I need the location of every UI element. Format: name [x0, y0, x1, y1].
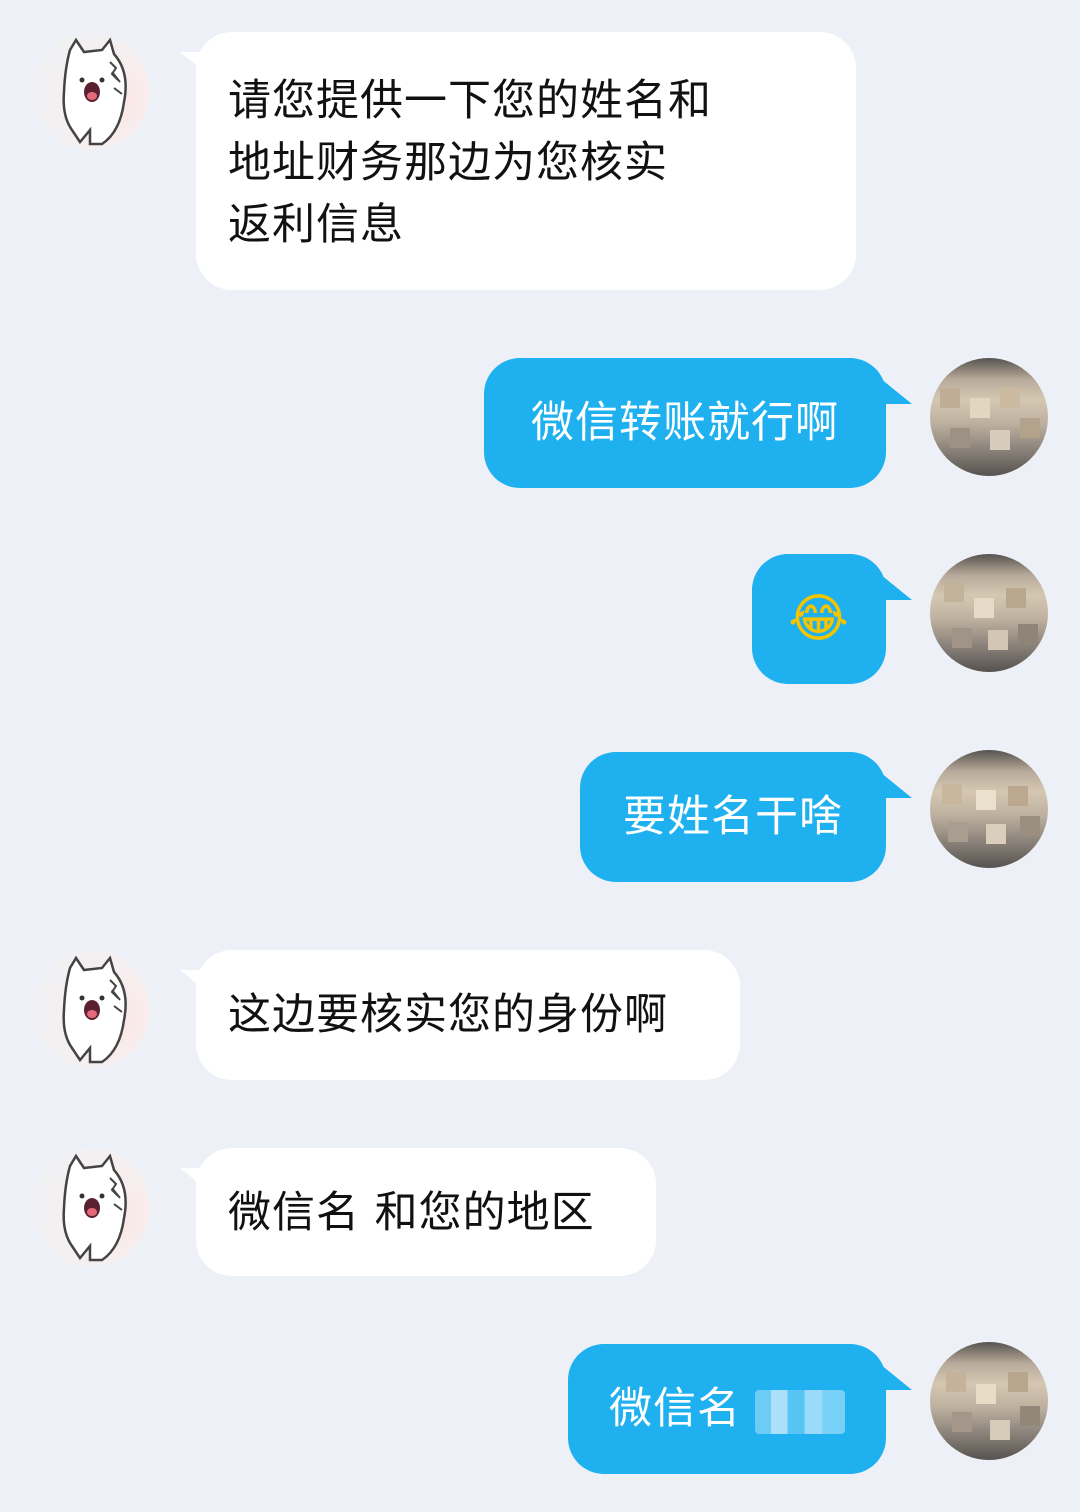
message-text: 这边要核实您的身份啊: [228, 990, 668, 1040]
message-text: 微信名 和您的地区: [228, 1188, 595, 1238]
message-text: 微信转账就行啊: [531, 398, 839, 448]
tears-of-joy-emoji-icon: 😂: [788, 589, 850, 649]
contact-avatar[interactable]: [32, 32, 150, 150]
cat-avatar-icon: [62, 1153, 127, 1262]
message-bubble[interactable]: 😂: [752, 554, 886, 684]
message-line: 返利信息: [228, 200, 404, 250]
message-bubble[interactable]: 这边要核实您的身份啊: [196, 950, 740, 1080]
cat-avatar-icon: [62, 37, 127, 146]
message-bubble[interactable]: 请您提供一下您的姓名和 地址财务那边为您核实 返利信息: [196, 32, 856, 290]
message-line: 地址财务那边为您核实: [228, 138, 668, 188]
message-text: 要姓名干啥: [623, 792, 843, 842]
message-text: 微信名: [609, 1384, 741, 1434]
contact-avatar[interactable]: [32, 950, 150, 1068]
cat-avatar-icon: [62, 955, 127, 1064]
contact-avatar[interactable]: [32, 1148, 150, 1266]
message-bubble[interactable]: 微信名: [568, 1344, 886, 1474]
message-line: 请您提供一下您的姓名和: [228, 76, 712, 126]
user-avatar[interactable]: [930, 750, 1048, 868]
user-avatar[interactable]: [930, 358, 1048, 476]
redacted-name: [755, 1389, 845, 1434]
message-bubble[interactable]: 微信名 和您的地区: [196, 1148, 656, 1276]
message-bubble[interactable]: 微信转账就行啊: [484, 358, 886, 488]
user-avatar[interactable]: [930, 1342, 1048, 1460]
message-bubble[interactable]: 要姓名干啥: [580, 752, 886, 882]
user-avatar[interactable]: [930, 554, 1048, 672]
